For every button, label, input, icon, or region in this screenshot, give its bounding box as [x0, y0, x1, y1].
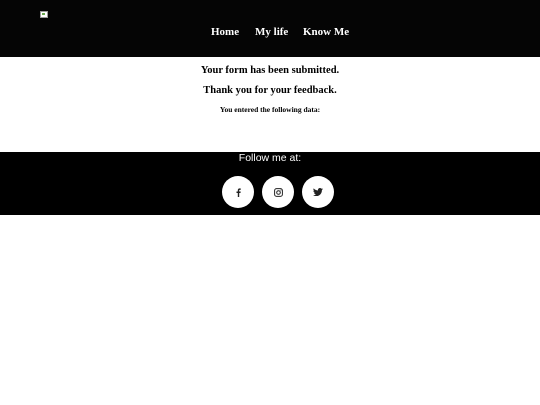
twitter-icon — [313, 188, 323, 196]
follow-label: Follow me at: — [238, 152, 302, 164]
confirmation-section: Your form has been submitted. Thank you … — [0, 57, 540, 152]
facebook-icon — [236, 187, 241, 197]
thanks-message: Thank you for your feedback. — [203, 85, 337, 96]
submitted-message: Your form has been submitted. — [200, 65, 340, 76]
navbar: Home My life Know Me — [0, 0, 540, 57]
nav-link-home[interactable]: Home — [211, 26, 239, 38]
facebook-button[interactable] — [222, 176, 254, 208]
instagram-button[interactable] — [262, 176, 294, 208]
nav-link-know-me[interactable]: Know Me — [303, 26, 349, 38]
instagram-icon — [273, 187, 283, 197]
nav-link-my-life[interactable]: My life — [255, 26, 288, 38]
entered-data-heading: You entered the following data: — [219, 105, 321, 114]
nav-menu: Home My life Know Me — [0, 0, 540, 57]
twitter-button[interactable] — [302, 176, 334, 208]
footer: Follow me at: — [0, 152, 540, 215]
